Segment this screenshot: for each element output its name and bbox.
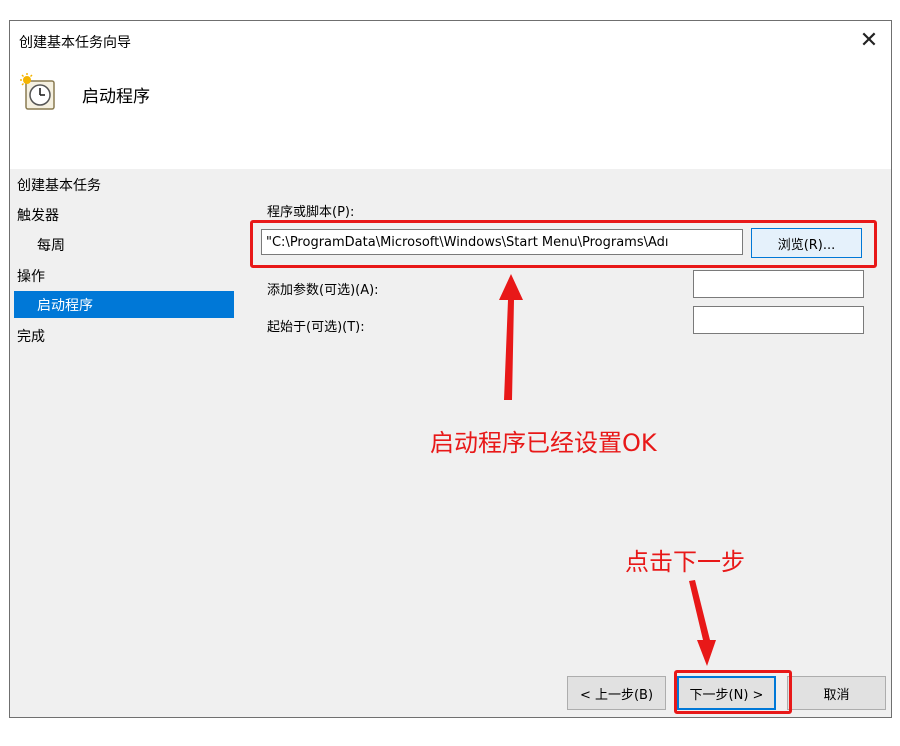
wizard-steps-nav: 创建基本任务 触发器 每周 操作 启动程序 完成 [10, 169, 240, 369]
title-bar: 创建基本任务向导 ✕ [10, 21, 891, 61]
nav-item-start-program[interactable]: 启动程序 [14, 291, 234, 318]
annotation-click-next: 点击下一步 [625, 548, 745, 576]
nav-item-trigger[interactable]: 触发器 [15, 201, 230, 228]
close-icon[interactable]: ✕ [847, 21, 891, 59]
args-input[interactable] [693, 270, 864, 298]
next-highlight-box [674, 670, 792, 714]
task-scheduler-clock-icon [20, 73, 55, 110]
program-label: 程序或脚本(P): [267, 205, 355, 220]
page-title: 启动程序 [82, 87, 150, 107]
nav-item-finish[interactable]: 完成 [15, 322, 230, 349]
wizard-window: 创建基本任务向导 ✕ 启动程序 创建基本任务 触发器 每周 操作 启动程序 完成… [9, 20, 892, 718]
start-in-label: 起始于(可选)(T): [267, 320, 365, 335]
window-title: 创建基本任务向导 [19, 35, 131, 51]
annotation-program-set: 启动程序已经设置OK [430, 429, 657, 457]
nav-item-action[interactable]: 操作 [15, 262, 230, 289]
program-highlight-box [250, 220, 877, 268]
nav-item-create-basic-task[interactable]: 创建基本任务 [15, 171, 230, 198]
wizard-header: 启动程序 [10, 61, 891, 169]
back-button[interactable]: < 上一步(B) [567, 676, 666, 710]
nav-item-weekly[interactable]: 每周 [15, 231, 230, 258]
start-in-input[interactable] [693, 306, 864, 334]
cancel-button[interactable]: 取消 [787, 676, 886, 710]
args-label: 添加参数(可选)(A): [267, 283, 379, 298]
